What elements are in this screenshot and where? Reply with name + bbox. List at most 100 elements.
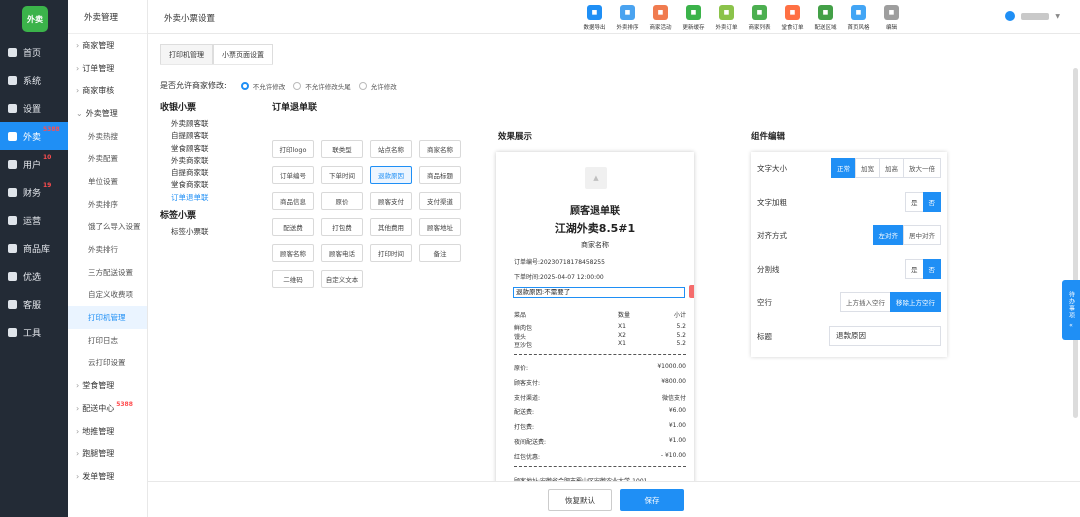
submenu-item-14[interactable]: 云打印设置 [68,352,147,375]
field-button[interactable]: 商品信息 [272,192,314,210]
toolbar-button-4[interactable]: ■ 外卖订单 [710,5,743,31]
field-button[interactable]: 其他费用 [370,218,412,236]
merchant-edit-radio-0[interactable]: 不允许修改 [240,81,285,91]
nav-item-1[interactable]: 系统 [0,66,68,94]
toolbar-button-1[interactable]: ■ 外卖排序 [611,5,644,31]
field-button[interactable]: 顾客支付 [370,192,412,210]
refund-reason-line[interactable]: 退款原因:不需要了 [513,287,685,298]
submenu-item-13[interactable]: 打印日志 [68,329,147,352]
username-placeholder [1021,12,1050,20]
toolbar-label: 更新缓存 [682,25,705,31]
submenu-item-4[interactable]: 外卖热搜 [68,125,147,148]
submenu-item-3[interactable]: ⌄ 外卖管理 [68,102,147,125]
field-button[interactable]: 站点名称 [370,140,412,158]
field-button[interactable]: 支付渠道 [419,192,461,210]
field-button[interactable]: 订单编号 [272,166,314,184]
toolbar-button-0[interactable]: ■ 数据导出 [578,5,611,31]
submenu-item-15[interactable]: › 堂食管理 [68,374,147,397]
submenu-item-7[interactable]: 外卖排序 [68,193,147,216]
nav-item-8[interactable]: 优选 [0,262,68,290]
ticket-type-item[interactable]: 自提顾客联 [160,130,260,142]
toolbar-button-5[interactable]: ■ 商家列表 [743,5,776,31]
save-button[interactable]: 保存 [620,489,684,511]
field-button[interactable]: 配送费 [272,218,314,236]
field-button[interactable]: 打包费 [321,218,363,236]
field-button[interactable]: 二维码 [272,270,314,288]
editor-option-button[interactable]: 加宽 [855,158,880,178]
field-button[interactable]: 顾客地址 [419,218,461,236]
submenu-item-9[interactable]: 外卖排行 [68,238,147,261]
toolbar-button-3[interactable]: ■ 更新缓存 [677,5,710,31]
submenu-item-0[interactable]: › 商家管理 [68,34,147,57]
editor-option-button[interactable]: 居中对齐 [903,225,941,245]
ticket-type-item[interactable]: 订单退单联 [160,192,260,204]
editor-option-button[interactable]: 正常 [831,158,856,178]
ticket-type-item[interactable]: 堂食商家联 [160,179,260,191]
field-button[interactable]: 原价 [321,192,363,210]
editor-option-button[interactable]: 加高 [879,158,904,178]
nav-item-9[interactable]: 客服 [0,290,68,318]
submenu-item-label: 跑腿管理 [82,449,115,459]
nav-item-0[interactable]: 首页 [0,38,68,66]
submenu-item-11[interactable]: 自定义收费项 [68,284,147,307]
field-button[interactable]: 顾客电话 [321,244,363,262]
reset-default-button[interactable]: 恢复默认 [548,489,612,511]
nav-item-4[interactable]: 用户 10 [0,150,68,178]
editor-option-button[interactable]: 否 [922,191,941,212]
submenu-item-16[interactable]: › 配送中心 5388 [68,397,147,420]
delete-component-button[interactable]: 删除 [689,285,694,298]
nav-item-2[interactable]: 设置 [0,94,68,122]
field-button[interactable]: 联类型 [321,140,363,158]
todo-side-tab[interactable]: 待办事项 « [1062,280,1080,340]
editor-option-button[interactable]: 左对齐 [872,225,904,245]
submenu-item-19[interactable]: › 发单管理 [68,465,147,488]
field-button[interactable]: 顾客名称 [272,244,314,262]
field-button[interactable]: 自定义文本 [321,270,363,288]
field-button[interactable]: 下单时间 [321,166,363,184]
editor-option-button[interactable]: 放大一倍 [903,158,941,178]
nav-item-5[interactable]: 财务 19 [0,178,68,206]
ticket-type-item[interactable]: 堂食顾客联 [160,143,260,155]
ticket-type-item[interactable]: 外卖商家联 [160,155,260,167]
merchant-edit-radio-1[interactable]: 不允许修改头尾 [293,81,351,91]
submenu-item-18[interactable]: › 跑腿管理 [68,442,147,465]
nav-item-10[interactable]: 工具 [0,318,68,346]
ticket-type-item[interactable]: 外卖顾客联 [160,118,260,130]
app-logo[interactable]: 外卖 [22,6,48,32]
merchant-edit-radio-2[interactable]: 允许修改 [358,81,397,91]
editor-title-input[interactable]: 退款原因 [829,325,941,346]
submenu-item-12[interactable]: 打印机管理 [68,306,147,329]
toolbar-button-7[interactable]: ■ 配送区域 [809,5,842,31]
field-button[interactable]: 退款原因 [370,166,412,184]
submenu-item-2[interactable]: › 商家审核 [68,79,147,102]
nav-item-3[interactable]: 外卖 5388 [0,122,68,150]
editor-option-button[interactable]: 上方插入空行 [840,292,891,312]
field-button[interactable]: 商品标题 [419,166,461,184]
editor-option-button[interactable]: 是 [905,258,924,279]
submenu-item-1[interactable]: › 订单管理 [68,57,147,80]
submenu-item-8[interactable]: 饿了么导入设置 [68,216,147,239]
ticket-type-item[interactable]: 自提商家联 [160,167,260,179]
ticket-type-item[interactable]: 标签小票联 [160,226,260,238]
tab-0[interactable]: 打印机管理 [160,44,213,64]
toolbar-button-8[interactable]: ■ 首页风格 [842,5,875,31]
toolbar-button-9[interactable]: ■ 编辑 [875,5,908,31]
scrollbar[interactable] [1073,68,1078,418]
submenu-item-10[interactable]: 三方配送设置 [68,261,147,284]
tab-1[interactable]: 小票页面设置 [213,44,273,64]
submenu-item-5[interactable]: 外卖配置 [68,147,147,170]
editor-option-button[interactable]: 移除上方空行 [890,292,941,312]
toolbar-button-6[interactable]: ■ 堂食订单 [776,5,809,31]
nav-item-7[interactable]: 商品库 [0,234,68,262]
submenu-item-6[interactable]: 单位设置 [68,170,147,193]
field-button[interactable]: 商家名称 [419,140,461,158]
editor-option-button[interactable]: 否 [922,258,941,279]
field-button[interactable]: 打印时间 [370,244,412,262]
user-menu[interactable]: ▼ [1005,11,1060,21]
submenu-item-17[interactable]: › 地推管理 [68,420,147,443]
editor-option-button[interactable]: 是 [905,191,924,212]
field-button[interactable]: 备注 [419,244,461,262]
field-button[interactable]: 打印logo [272,140,314,158]
nav-item-6[interactable]: 运营 [0,206,68,234]
toolbar-button-2[interactable]: ■ 商家活动 [644,5,677,31]
